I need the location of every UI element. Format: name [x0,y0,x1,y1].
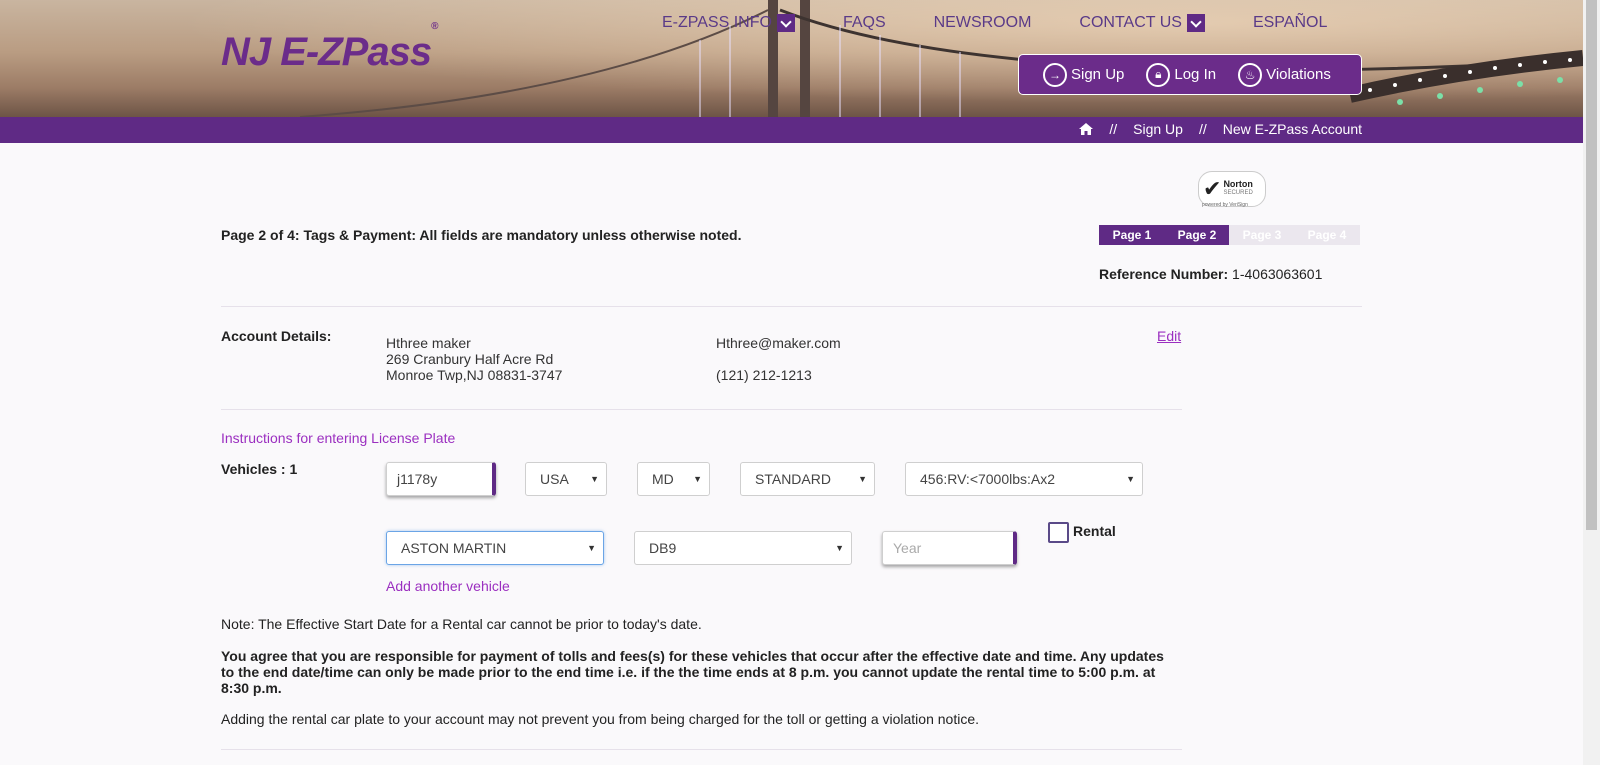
logo-text: NJ E-ZPass [221,30,432,74]
account-address-line1: 269 Cranbury Half Acre Rd [386,351,554,367]
rental-checkbox[interactable] [1048,522,1069,543]
checkmark-icon: ✔ [1203,176,1222,201]
plate-type-select[interactable]: STANDARD ▼ [740,462,875,496]
nav-label: E-ZPASS INFO [662,14,772,31]
nav-espanol[interactable]: ESPAÑOL [1253,14,1327,32]
nav-label: CONTACT US [1079,14,1182,31]
logo-registered-mark: ® [431,20,438,32]
page-instructions: Page 2 of 4: Tags & Payment: All fields … [221,227,742,243]
nav-label: FAQS [842,14,886,31]
breadcrumb-sign-up[interactable]: Sign Up [1133,121,1183,137]
nav-label: NEWSROOM [933,14,1032,31]
divider [221,749,1182,750]
scrollbar-thumb[interactable] [1586,0,1597,530]
dropdown-arrow-icon: ▼ [858,474,867,484]
reference-number: Reference Number: 1-4063063601 [1099,266,1322,282]
account-email: Hthree@maker.com [716,335,841,351]
nav-newsroom[interactable]: NEWSROOM [934,14,1032,32]
rental-agreement-text: You agree that you are responsible for p… [221,648,1164,696]
dropdown-arrow-icon: ▼ [587,543,596,553]
page-scrollbar[interactable] [1583,0,1600,765]
breadcrumb-bar: // Sign Up // New E-ZPass Account [0,117,1583,143]
vehicle-model-value: DB9 [649,540,677,556]
progress-steps: Page 1 Page 2 Page 3 Page 4 [1099,225,1360,245]
violations-label: Violations [1266,66,1331,83]
vehicle-year-input[interactable]: Year [882,531,1017,565]
vehicle-class-select[interactable]: 456:RV:<7000lbs:Ax2 ▼ [905,462,1143,496]
home-icon[interactable] [1079,123,1094,135]
badge-powered-by: powered by VeriSign [1202,202,1248,208]
breadcrumb: // Sign Up // New E-ZPass Account [1079,121,1362,137]
rental-warning-text: Adding the rental car plate to your acco… [221,711,980,727]
rental-date-note: Note: The Effective Start Date for a Ren… [221,616,702,632]
sign-up-button[interactable]: → Sign Up [1043,62,1125,87]
plate-type-value: STANDARD [755,471,831,487]
vehicle-make-select[interactable]: ASTON MARTIN ▼ [386,531,604,565]
dropdown-arrow-icon: ▼ [1126,474,1135,484]
log-in-button[interactable]: 🔒︎ Log In [1146,62,1217,87]
add-another-vehicle-link[interactable]: Add another vehicle [386,578,510,594]
account-address-line2: Monroe Twp,NJ 08831-3747 [386,367,563,383]
step-page-4: Page 4 [1294,225,1360,245]
log-in-label: Log In [1174,66,1217,83]
step-page-2: Page 2 [1164,225,1230,245]
lock-icon: 🔒︎ [1146,62,1171,87]
year-placeholder: Year [893,540,922,556]
state-select[interactable]: MD ▼ [637,462,710,496]
nav-faqs[interactable]: FAQS [843,14,886,32]
site-header: NJ E-ZPass® E-ZPASS INFO FAQS NEWSROOM C… [0,0,1583,117]
breadcrumb-separator: // [1198,121,1207,137]
dropdown-arrow-icon: ▼ [693,474,702,484]
state-value: MD [652,471,674,487]
account-actions: → Sign Up 🔒︎ Log In ♨ Violations [1018,54,1362,95]
divider [221,409,1182,410]
violations-button[interactable]: ♨ Violations [1238,62,1331,87]
reference-label: Reference Number: [1099,266,1229,282]
chevron-down-icon [776,14,795,32]
chevron-down-icon [1186,14,1205,32]
account-phone: (121) 212-1213 [716,367,812,383]
nav-label: ESPAÑOL [1252,14,1328,31]
sign-in-icon: → [1043,62,1067,87]
top-navigation: E-ZPASS INFO FAQS NEWSROOM CONTACT US ES… [662,14,1375,32]
sign-up-label: Sign Up [1071,66,1125,83]
account-address-block: Hthree maker 269 Cranbury Half Acre Rd M… [386,335,562,383]
rental-label: Rental [1073,523,1116,539]
step-page-3: Page 3 [1229,225,1295,245]
badge-brand: Norton [1223,179,1253,189]
country-select[interactable]: USA ▼ [525,462,607,496]
divider [221,306,1362,307]
license-plate-value: j1178y [397,471,438,487]
nj-ezpass-logo[interactable]: NJ E-ZPass® [221,21,439,75]
account-details-label: Account Details: [221,328,332,344]
country-value: USA [540,471,569,487]
breadcrumb-separator: // [1109,121,1118,137]
license-plate-input[interactable]: j1178y [386,462,496,496]
vehicle-class-value: 456:RV:<7000lbs:Ax2 [920,471,1056,487]
account-name: Hthree maker [386,335,471,351]
nav-ezpass-info[interactable]: E-ZPASS INFO [662,14,795,32]
step-page-1: Page 1 [1099,225,1165,245]
vehicle-make-value: ASTON MARTIN [401,540,507,556]
vehicle-model-select[interactable]: DB9 ▼ [634,531,852,565]
nav-contact-us[interactable]: CONTACT US [1079,14,1205,32]
breadcrumb-current: New E-ZPass Account [1222,121,1362,137]
edit-account-link[interactable]: Edit [1157,328,1181,344]
license-plate-instructions-link[interactable]: Instructions for entering License Plate [221,430,455,446]
dropdown-arrow-icon: ▼ [835,543,844,553]
vehicles-count-label: Vehicles : 1 [221,461,298,477]
main-content: ✔ Norton SECURED powered by VeriSign Page… [0,143,1583,765]
flame-icon: ♨ [1238,62,1263,87]
badge-secured: SECURED [1223,190,1253,196]
reference-value: 1-4063063601 [1232,266,1323,282]
dropdown-arrow-icon: ▼ [590,474,599,484]
